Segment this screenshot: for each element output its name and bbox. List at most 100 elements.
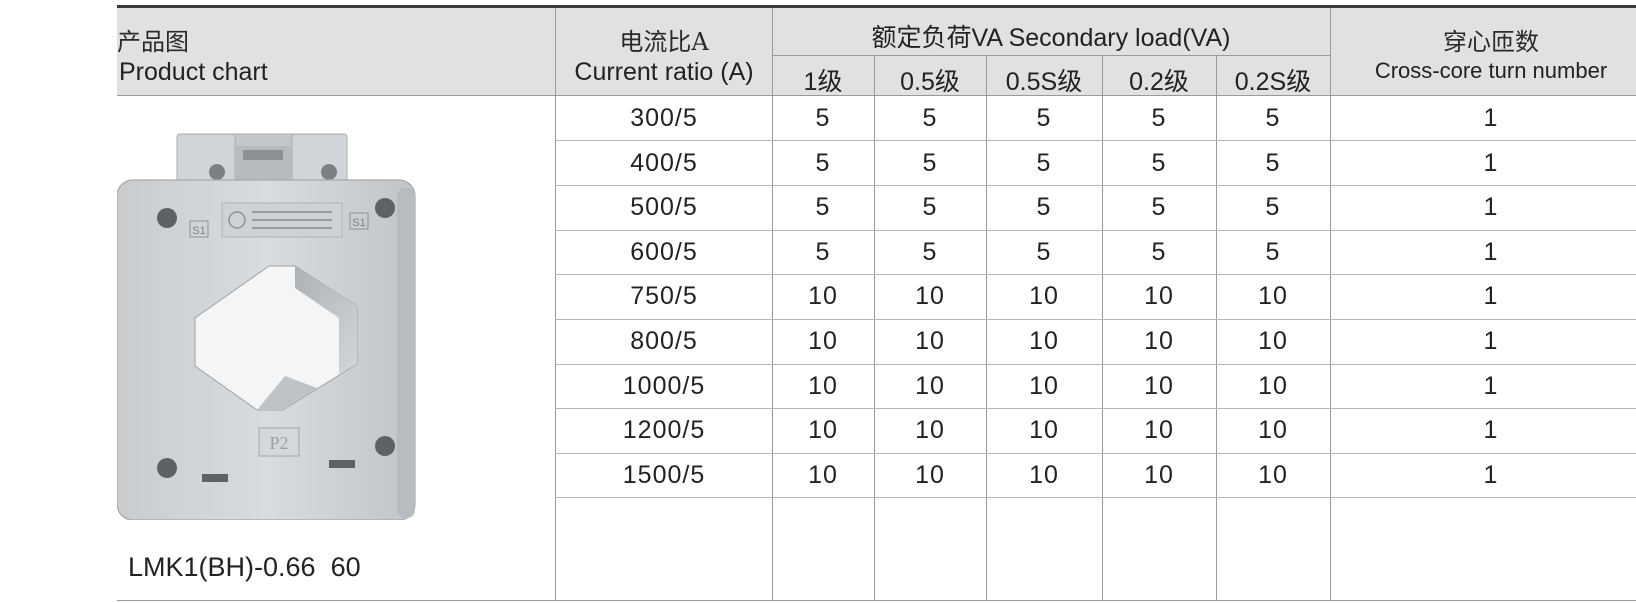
load-cell: 10 (1144, 282, 1174, 310)
load-cell: 10 (808, 416, 838, 444)
header-turns-cn: 穿心匝数 (1443, 28, 1539, 56)
load-cell: 5 (1036, 104, 1052, 132)
header-class-0-2s: 0.2S级 (1234, 68, 1312, 96)
load-cell: 5 (1151, 193, 1167, 221)
load-cell: 10 (1258, 461, 1288, 489)
load-cell: 5 (1265, 149, 1281, 177)
load-cell: 5 (1036, 149, 1052, 177)
load-cell: 10 (1258, 372, 1288, 400)
row-divider (555, 230, 1636, 231)
header-class-1: 1级 (803, 68, 843, 96)
row-divider (555, 185, 1636, 186)
ratio-cell: 750/5 (630, 282, 698, 310)
load-cell: 10 (1029, 461, 1059, 489)
turns-cell: 1 (1483, 461, 1499, 489)
ratio-cell: 1200/5 (622, 416, 706, 444)
load-cell: 10 (808, 372, 838, 400)
ratio-cell: 600/5 (630, 238, 698, 266)
load-cell: 10 (1144, 327, 1174, 355)
load-cell: 5 (815, 104, 831, 132)
load-cell: 10 (1029, 372, 1059, 400)
header-product-cn: 产品图 (117, 28, 189, 56)
turns-cell: 1 (1483, 193, 1499, 221)
row-divider (555, 453, 1636, 454)
column-divider (874, 55, 875, 600)
current-transformer-image: S1 S1 P2 (117, 133, 416, 520)
load-cell: 10 (1144, 416, 1174, 444)
load-cell: 10 (915, 416, 945, 444)
load-cell: 5 (1265, 193, 1281, 221)
load-cell: 5 (815, 149, 831, 177)
header-ratio-en: Current ratio (A) (574, 58, 754, 86)
load-cell: 5 (1151, 104, 1167, 132)
header-class-0-2: 0.2级 (1129, 68, 1189, 96)
load-cell: 10 (808, 282, 838, 310)
load-cell: 10 (1258, 327, 1288, 355)
turns-cell: 1 (1483, 327, 1499, 355)
table-top-rule (117, 5, 1636, 8)
spec-table: 产品图 Product chart 电流比A Current ratio (A)… (0, 0, 1636, 603)
row-divider (555, 497, 1636, 498)
load-cell: 5 (1036, 193, 1052, 221)
table-bottom-rule (117, 600, 1636, 601)
header-load-group: 额定负荷VA Secondary load(VA) (871, 24, 1231, 52)
load-cell: 10 (808, 461, 838, 489)
header-turns-en: Cross-core turn number (1374, 58, 1608, 83)
column-divider (1216, 55, 1217, 600)
load-cell: 10 (808, 327, 838, 355)
load-cell: 5 (922, 193, 938, 221)
row-divider (555, 319, 1636, 320)
row-divider (555, 140, 1636, 141)
load-cell: 5 (1265, 238, 1281, 266)
load-cell: 5 (1151, 149, 1167, 177)
load-cell: 10 (1029, 416, 1059, 444)
ratio-cell: 1000/5 (622, 372, 706, 400)
turns-cell: 1 (1483, 238, 1499, 266)
column-divider (1330, 8, 1331, 600)
terminal-mark-right: S1 (352, 217, 365, 229)
ratio-cell: 500/5 (630, 193, 698, 221)
load-cell: 10 (915, 461, 945, 489)
column-divider (772, 8, 773, 600)
load-cell: 10 (1258, 416, 1288, 444)
turns-cell: 1 (1483, 104, 1499, 132)
load-cell: 5 (922, 238, 938, 266)
row-divider (555, 364, 1636, 365)
load-cell: 10 (915, 282, 945, 310)
load-cell: 5 (815, 193, 831, 221)
model-label: LMK1(BH)-0.66 60 (128, 552, 361, 582)
turns-cell: 1 (1483, 416, 1499, 444)
terminal-mark-left: S1 (192, 225, 205, 237)
load-cell: 5 (922, 149, 938, 177)
ratio-cell: 1500/5 (622, 461, 706, 489)
load-cell: 10 (915, 327, 945, 355)
turns-cell: 1 (1483, 149, 1499, 177)
load-cell: 5 (1265, 104, 1281, 132)
load-cell: 10 (1144, 461, 1174, 489)
load-cell: 5 (1151, 238, 1167, 266)
load-group-rule (772, 55, 1330, 56)
marking-p2: P2 (269, 433, 288, 453)
load-cell: 5 (815, 238, 831, 266)
load-cell: 10 (1029, 282, 1059, 310)
load-cell: 10 (1258, 282, 1288, 310)
ratio-cell: 800/5 (630, 327, 698, 355)
row-divider (555, 408, 1636, 409)
load-cell: 5 (922, 104, 938, 132)
row-divider (555, 274, 1636, 275)
load-cell: 5 (1036, 238, 1052, 266)
load-cell: 10 (1144, 372, 1174, 400)
turns-cell: 1 (1483, 282, 1499, 310)
ratio-cell: 400/5 (630, 149, 698, 177)
header-ratio-cn: 电流比A (619, 28, 709, 56)
table-header-rule (117, 95, 1636, 96)
ratio-cell: 300/5 (630, 104, 698, 132)
header-product-en: Product chart (119, 58, 268, 86)
column-divider (986, 55, 987, 600)
header-class-0-5s: 0.5S级 (1005, 68, 1083, 96)
header-class-0-5: 0.5级 (900, 68, 960, 96)
column-divider (555, 8, 556, 600)
load-cell: 10 (915, 372, 945, 400)
turns-cell: 1 (1483, 372, 1499, 400)
column-divider (1102, 55, 1103, 600)
